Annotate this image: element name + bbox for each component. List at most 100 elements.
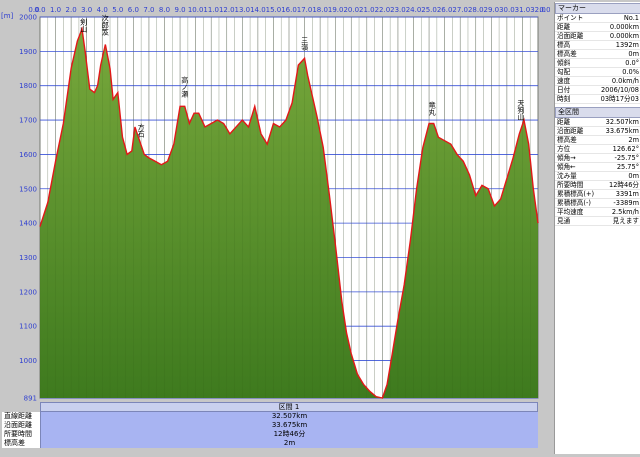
info-row-value: 3391m bbox=[615, 190, 639, 198]
info-row-value: 126.62° bbox=[612, 145, 639, 153]
info-row-value: 0m bbox=[628, 172, 639, 180]
info-row-value: -25.75° bbox=[614, 154, 639, 162]
x-tick-label: 27.0 bbox=[452, 6, 468, 14]
info-row-label: 所要時間 bbox=[557, 181, 584, 189]
x-tick-label: 10.0 bbox=[188, 6, 204, 14]
info-row-label: 平均速度 bbox=[557, 208, 584, 216]
info-row-value: 2.5km/h bbox=[611, 208, 639, 216]
x-tick-label: 8.0 bbox=[159, 6, 170, 14]
x-tick-label: 2.0 bbox=[66, 6, 77, 14]
x-tick-label: 5.0 bbox=[112, 6, 123, 14]
info-row-label: 見通 bbox=[557, 217, 571, 225]
info-row-label: 標高 bbox=[557, 41, 571, 49]
info-row: 所要時間 12時46分 bbox=[555, 181, 640, 190]
info-row-label: ポイント bbox=[557, 14, 584, 22]
info-row-value: 見えます bbox=[612, 217, 639, 225]
info-row-value: 32.507km bbox=[605, 118, 639, 126]
info-row-value: 0.000km bbox=[609, 23, 639, 31]
info-row-label: 傾角→ bbox=[557, 154, 576, 162]
info-row-value: 25.75° bbox=[616, 163, 639, 171]
y-tick-label: 1300 bbox=[19, 254, 37, 262]
info-row: 標高差 2m bbox=[555, 136, 640, 145]
x-tick-label: 29.0 bbox=[484, 6, 500, 14]
info-row: 距離 32.507km bbox=[555, 118, 640, 127]
info-row: 所要時間 12時46分 bbox=[2, 430, 538, 439]
info-row: 方位 126.62° bbox=[555, 145, 640, 154]
info-row-label: 直線距離 bbox=[2, 412, 40, 421]
total-section-header: 全区間 bbox=[555, 107, 640, 118]
info-row: 日付 2006/10/08 bbox=[555, 86, 640, 95]
info-row: 沿面距離 33.675km bbox=[555, 127, 640, 136]
info-row: 見通 見えます bbox=[555, 217, 640, 226]
info-row: 沿面距離 33.675km bbox=[2, 421, 538, 430]
peak-label: 高ノ瀬 bbox=[181, 75, 189, 98]
peak-label: 次郎笈 bbox=[101, 14, 109, 37]
info-row-value: 2m bbox=[628, 136, 639, 144]
x-tick-label: 21.0 bbox=[359, 6, 375, 14]
info-row: 累積標高(+) 3391m bbox=[555, 190, 640, 199]
info-row: 時刻 03時17分03 bbox=[555, 95, 640, 104]
x-tick-label: 20.0 bbox=[343, 6, 359, 14]
info-row: 平均速度 2.5km/h bbox=[555, 208, 640, 217]
x-tick-label: 23.0 bbox=[390, 6, 406, 14]
info-row: 傾斜 0.0° bbox=[555, 59, 640, 68]
info-row-label: 時刻 bbox=[557, 95, 571, 103]
info-row-value: -3389m bbox=[613, 199, 639, 207]
info-row-value: 33.675km bbox=[605, 127, 639, 135]
x-tick-label: 9.0 bbox=[174, 6, 185, 14]
y-tick-label: 1800 bbox=[19, 82, 37, 90]
info-row-value: 32.507km bbox=[40, 412, 538, 421]
chart-svg: 2000 1900 1800 1700 1600 1500 1400 1300 1200 1100… bbox=[19, 6, 550, 402]
info-row-value: 03時17分03 bbox=[600, 95, 639, 103]
marker-rows: ポイント No.1 距離 0.000km 沿面距離 0.000km 標高 1392m 標高差 0m… bbox=[555, 14, 640, 104]
info-row-label: 距離 bbox=[557, 118, 571, 126]
info-row-label: 累積標高(-) bbox=[557, 199, 591, 207]
info-row-value: 0.000km bbox=[609, 32, 639, 40]
x-tick-label: 0.0 bbox=[539, 6, 550, 14]
x-tick-label: 15.0 bbox=[266, 6, 282, 14]
info-row-label: 標高差 bbox=[2, 439, 40, 448]
info-row: 沈み量 0m bbox=[555, 172, 640, 181]
info-row-value: 12時46分 bbox=[40, 430, 538, 439]
info-row-label: 傾角← bbox=[557, 163, 576, 171]
peak-label: 方石 bbox=[137, 122, 145, 138]
peak-label: 三嶺 bbox=[301, 36, 309, 51]
x-tick-label: 30.0 bbox=[499, 6, 515, 14]
info-row-label: 沿面距離 bbox=[2, 421, 40, 430]
info-row: 標高差 2m bbox=[2, 439, 538, 448]
segment-rows: 直線距離 32.507km 沿面距離 33.675km 所要時間 12時46分 標高差 2m bbox=[2, 412, 538, 448]
y-unit-label: [m] bbox=[1, 12, 14, 20]
info-row: 傾角→ -25.75° bbox=[555, 154, 640, 163]
y-tick-label: 1400 bbox=[19, 220, 37, 228]
info-row-label: 勾配 bbox=[557, 68, 571, 76]
x-tick-label: 13.0 bbox=[235, 6, 251, 14]
x-tick-label: 24.0 bbox=[406, 6, 422, 14]
info-row: 速度 0.0km/h bbox=[555, 77, 640, 86]
x-tick-label: 6.0 bbox=[128, 6, 139, 14]
peak-label: 竜丸 bbox=[428, 101, 436, 117]
x-tick-label: 31.0 bbox=[515, 6, 531, 14]
info-row-value: 0.0° bbox=[625, 59, 639, 67]
info-row: 沿面距離 0.000km bbox=[555, 32, 640, 41]
x-tick-label: 12.0 bbox=[219, 6, 235, 14]
info-panel: マーカー ポイント No.1 距離 0.000km 沿面距離 0.000km 標高 1392m… bbox=[554, 2, 640, 454]
info-row: 標高差 0m bbox=[555, 50, 640, 59]
info-row-label: 沿面距離 bbox=[557, 127, 584, 135]
x-tick-label: 4.0 bbox=[97, 6, 108, 14]
info-row: 直線距離 32.507km bbox=[2, 412, 538, 421]
info-row-label: 沿面距離 bbox=[557, 32, 584, 40]
x-tick-label: 26.0 bbox=[437, 6, 453, 14]
x-tick-label: 14.0 bbox=[250, 6, 266, 14]
info-row-label: 速度 bbox=[557, 77, 571, 85]
x-tick-label: 19.0 bbox=[328, 6, 344, 14]
info-row-value: 0.0% bbox=[622, 68, 639, 76]
info-row-value: 2m bbox=[40, 439, 538, 448]
info-row-value: 33.675km bbox=[40, 421, 538, 430]
info-row-value: 2006/10/08 bbox=[600, 86, 639, 94]
peak-label: 剣山 bbox=[80, 18, 88, 33]
elevation-profile-chart[interactable]: 2000 1900 1800 1700 1600 1500 1400 1300 1200 1100… bbox=[0, 0, 550, 402]
total-rows: 距離 32.507km 沿面距離 33.675km 標高差 2m 方位 126.62° 傾角→ -… bbox=[555, 118, 640, 226]
x-tick-label: 25.0 bbox=[421, 6, 437, 14]
info-row-label: 累積標高(+) bbox=[557, 190, 595, 198]
segment-title[interactable]: 区間 1 bbox=[40, 402, 538, 412]
